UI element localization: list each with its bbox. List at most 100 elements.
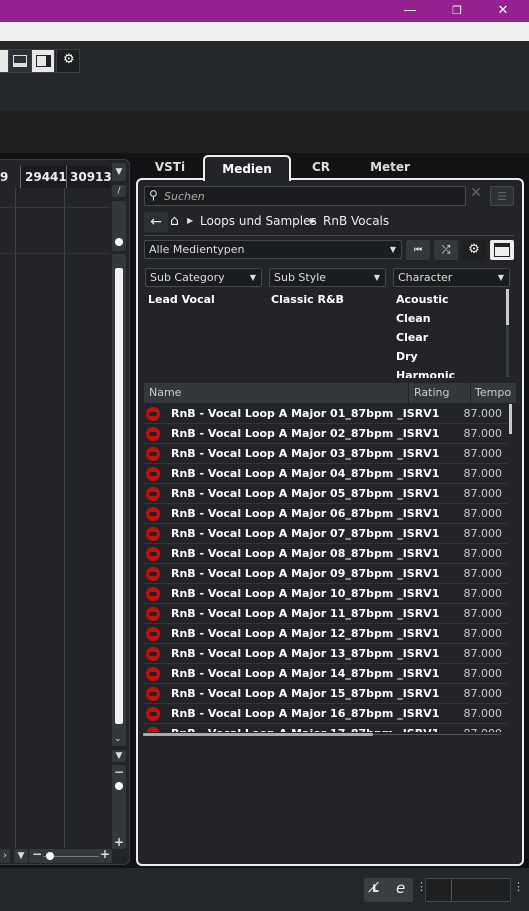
table-row[interactable]: RnB - Vocal Loop A Major 08_87bpm _ISRV1… <box>144 544 508 564</box>
row-tempo: 87.000 <box>463 607 503 620</box>
audio-loop-icon <box>146 707 160 721</box>
table-row[interactable]: RnB - Vocal Loop A Major 14_87bpm _ISRV1… <box>144 664 508 684</box>
audio-loop-icon <box>146 427 160 441</box>
close-button[interactable]: ✕ <box>488 2 518 20</box>
row-name: RnB - Vocal Loop A Major 07_87bpm _ISRV1 <box>171 527 440 540</box>
column-tempo[interactable]: Tempo <box>470 383 511 403</box>
table-row[interactable]: RnB - Vocal Loop A Major 11_87bpm _ISRV1… <box>144 604 508 624</box>
table-row[interactable]: RnB - Vocal Loop A Major 04_87bpm _ISRV1… <box>144 464 508 484</box>
filter-sub-category[interactable]: Sub Category ▼ <box>145 268 262 287</box>
row-tempo: 87.000 <box>463 707 503 720</box>
row-tempo: 87.000 <box>463 567 503 580</box>
search-input[interactable]: ⚲ Suchen <box>144 186 466 206</box>
table-row[interactable]: RnB - Vocal Loop A Major 06_87bpm _ISRV1… <box>144 504 508 524</box>
results-vertical-scrollbar[interactable] <box>509 404 512 434</box>
table-header: Name Rating Tempo <box>144 383 516 403</box>
filter-value[interactable]: Acoustic <box>396 293 449 306</box>
breadcrumb-item[interactable]: Loops und Samples <box>200 214 317 228</box>
filter-sub-style[interactable]: Sub Style ▼ <box>269 268 386 287</box>
table-row[interactable]: RnB - Vocal Loop A Major 10_87bpm _ISRV1… <box>144 584 508 604</box>
table-row[interactable]: RnB - Vocal Loop A Major 05_87bpm _ISRV1… <box>144 484 508 504</box>
filter-character[interactable]: Character ▼ <box>393 268 510 287</box>
list-view-button[interactable]: ☰ <box>490 186 514 206</box>
audio-loop-icon <box>146 607 160 621</box>
audio-loop-icon <box>146 407 160 421</box>
pencil-icon[interactable]: / <box>112 185 126 197</box>
setup-window-layout-icon[interactable]: ⚙ <box>56 49 80 73</box>
tab-cr[interactable]: CR <box>300 155 342 179</box>
table-row[interactable]: RnB - Vocal Loop A Major 09_87bpm _ISRV1… <box>144 564 508 584</box>
tab-medien[interactable]: Medien <box>203 155 291 181</box>
ruler-menu-button[interactable]: ▼ <box>112 163 126 181</box>
row-name: RnB - Vocal Loop A Major 09_87bpm _ISRV1 <box>171 567 440 580</box>
horizontal-zoom-slider[interactable]: − + <box>29 847 112 863</box>
table-row[interactable]: RnB - Vocal Loop A Major 13_87bpm _ISRV1… <box>144 644 508 664</box>
table-row[interactable]: RnB - Vocal Loop A Major 12_87bpm _ISRV1… <box>144 624 508 644</box>
tab-vsti[interactable]: VSTi <box>145 155 195 179</box>
status-bar: ʟ̸ e ⋮ ⋮ <box>0 868 529 911</box>
filter-value[interactable]: Clear <box>396 331 428 344</box>
results-horizontal-scrollbar[interactable] <box>143 733 501 736</box>
drag-handle-icon[interactable]: ⋮ <box>513 880 524 893</box>
search-icon: ⚲ <box>149 188 158 202</box>
row-name: RnB - Vocal Loop A Major 03_87bpm _ISRV1 <box>171 447 440 460</box>
filter-value[interactable]: Dry <box>396 350 418 363</box>
horizontal-zoom-menu[interactable]: ▼ <box>14 849 28 863</box>
row-tempo: 87.000 <box>463 627 503 640</box>
preview-pane-toggle[interactable] <box>490 240 514 260</box>
home-icon[interactable]: ⌂ <box>170 213 179 229</box>
vertical-zoom-slider[interactable]: − + <box>112 765 126 849</box>
chevron-down-icon: ▼ <box>389 245 396 254</box>
toolbar: ⚙ <box>0 41 529 111</box>
gear-icon[interactable]: ⚙ <box>462 240 486 260</box>
filter-label: Character <box>398 271 453 284</box>
filter-value[interactable]: Clean <box>396 312 431 325</box>
tab-meter[interactable]: Meter <box>362 155 418 179</box>
table-row[interactable]: RnB - Vocal Loop A Major 02_87bpm _ISRV1… <box>144 424 508 444</box>
row-name: RnB - Vocal Loop A Major 11_87bpm _ISRV1 <box>171 607 440 620</box>
media-type-dropdown[interactable]: Alle Medientypen ▼ <box>144 240 402 259</box>
row-name: RnB - Vocal Loop A Major 04_87bpm _ISRV1 <box>171 467 440 480</box>
character-scrollbar[interactable] <box>506 289 509 377</box>
ruler-tick: 29441 <box>20 166 67 188</box>
table-row[interactable]: RnB - Vocal Loop A Major 16_87bpm _ISRV1… <box>144 704 508 724</box>
clear-search-icon[interactable]: ✕ <box>470 185 482 201</box>
track-height-slider[interactable] <box>112 201 126 251</box>
audio-loop-icon <box>146 447 160 461</box>
row-tempo: 87.000 <box>463 447 503 460</box>
minimize-button[interactable]: — <box>395 2 425 20</box>
row-name: RnB - Vocal Loop A Major 10_87bpm _ISRV1 <box>171 587 440 600</box>
maximize-button[interactable]: ❐ <box>442 2 472 20</box>
row-name: RnB - Vocal Loop A Major 02_87bpm _ISRV1 <box>171 427 440 440</box>
audio-loop-icon <box>146 507 160 521</box>
table-row[interactable]: RnB - Vocal Loop A Major 01_87bpm _ISRV1… <box>144 404 508 424</box>
zoom-menu-button[interactable]: ▼ <box>112 750 126 762</box>
layout-bottom-toggle[interactable] <box>8 49 32 73</box>
previous-icon[interactable]: ⏮ <box>406 240 430 260</box>
table-row[interactable]: RnB - Vocal Loop A Major 07_87bpm _ISRV1… <box>144 524 508 544</box>
row-tempo: 87.000 <box>463 427 503 440</box>
filter-value[interactable]: Lead Vocal <box>148 293 215 306</box>
table-row[interactable]: RnB - Vocal Loop A Major 15_87bpm _ISRV1… <box>144 684 508 704</box>
row-tempo: 87.000 <box>463 487 503 500</box>
filter-value[interactable]: Harmonic <box>396 369 455 378</box>
shuffle-icon[interactable]: ⤮ <box>434 240 458 260</box>
time-display[interactable] <box>425 878 511 902</box>
chevron-down-icon: ▼ <box>249 273 256 282</box>
table-row[interactable]: RnB - Vocal Loop A Major 03_87bpm _ISRV1… <box>144 444 508 464</box>
metronome-group: ʟ̸ e <box>364 878 413 902</box>
breadcrumb-item: RnB Vocals <box>323 214 390 228</box>
filter-value[interactable]: Classic R&B <box>271 293 344 306</box>
tempo-icon[interactable]: e <box>396 879 405 897</box>
audio-loop-icon <box>146 647 160 661</box>
metronome-icon[interactable]: ʟ̸ <box>372 881 379 896</box>
layout-right-toggle[interactable] <box>31 49 55 73</box>
scroll-right-button[interactable]: › <box>0 849 10 863</box>
filter-label: Sub Category <box>150 271 225 284</box>
table-row[interactable]: RnB - Vocal Loop A Major 17_87bpm _ISRV1… <box>144 724 508 732</box>
column-rating[interactable]: Rating <box>408 383 470 403</box>
row-tempo: 87.000 <box>463 667 503 680</box>
back-button[interactable]: ← <box>144 212 168 232</box>
column-name[interactable]: Name <box>149 383 181 403</box>
menu-bar <box>0 22 529 41</box>
